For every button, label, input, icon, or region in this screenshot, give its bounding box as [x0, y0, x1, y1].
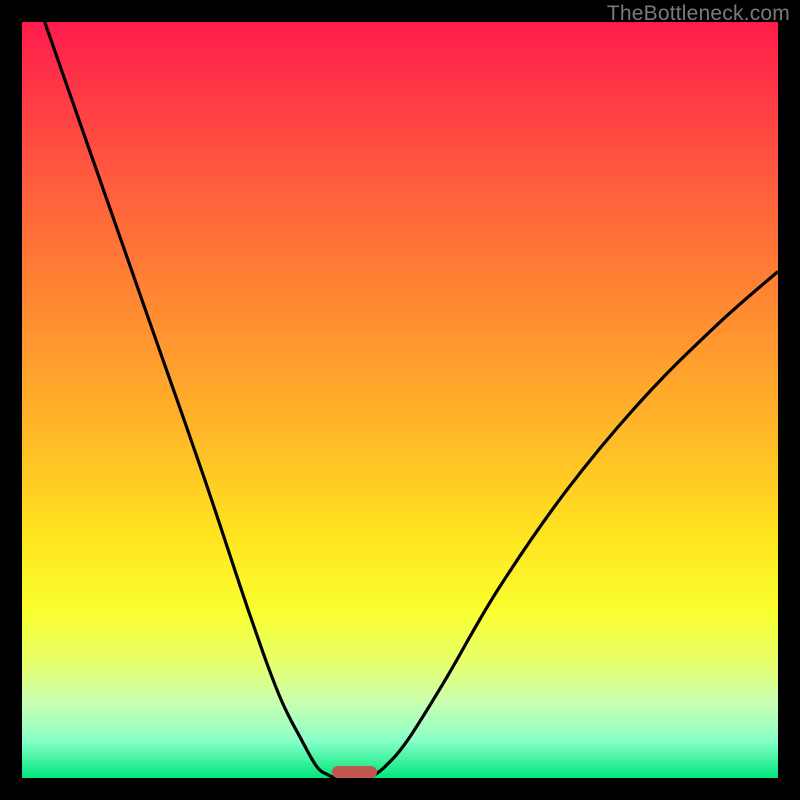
right-curve — [370, 272, 778, 779]
bottleneck-marker — [332, 766, 377, 778]
curve-layer — [22, 22, 778, 778]
left-curve — [45, 22, 336, 778]
watermark-text: TheBottleneck.com — [607, 2, 790, 26]
plot-area — [22, 22, 778, 778]
